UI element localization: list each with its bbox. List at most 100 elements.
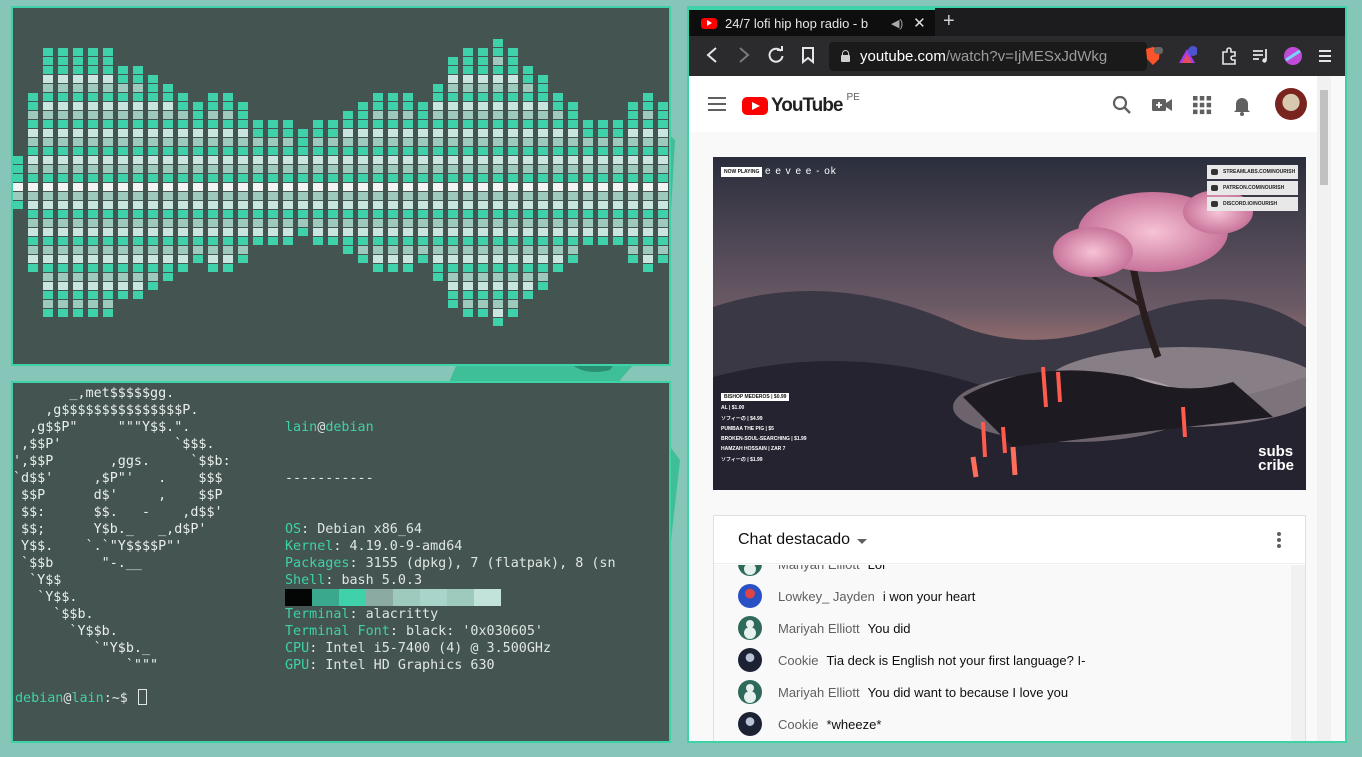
chat-message[interactable]: Mariyah Elliott Lol — [738, 565, 885, 577]
stream-link-discord: DISCORD.IO/NOURISH — [1207, 197, 1298, 211]
debian-ascii-logo: _,met$$$$$gg. ,g$$$$$$$$$$$$$$$P. ,g$$P"… — [13, 385, 231, 674]
color-swatch — [447, 589, 474, 606]
media-queue-icon[interactable] — [1251, 46, 1271, 66]
ascii-line: $$: $$. - ,d$$' — [13, 505, 223, 520]
shell-prompt[interactable]: debian@lain:~$ — [15, 689, 147, 707]
donor-list: BISHOP MEDEROS | $0.99 AL | $1.00 ソフィーの … — [721, 393, 807, 467]
search-icon[interactable] — [1111, 94, 1133, 116]
visualizer-bar — [328, 120, 338, 245]
color-swatch — [285, 589, 312, 606]
info-key: Terminal — [285, 607, 350, 622]
donor-item: AL | $1.00 — [721, 405, 745, 411]
bookmark-icon[interactable] — [801, 46, 815, 64]
info-row: Terminal: alacritty — [285, 607, 439, 622]
chat-mode-selector[interactable]: Chat destacado — [738, 531, 850, 549]
color-swatch — [393, 589, 420, 606]
visualizer-bar — [313, 120, 323, 245]
reload-icon[interactable] — [767, 46, 785, 64]
chat-author[interactable]: Cookie — [778, 717, 818, 732]
visualizer-bar — [73, 48, 83, 317]
ascii-line: ',$$P ,ggs. `$$b: — [13, 454, 231, 469]
color-swatch — [420, 589, 447, 606]
account-avatar[interactable] — [1275, 88, 1307, 120]
youtube-logo[interactable]: YouTube PE — [742, 92, 860, 117]
chat-message[interactable]: Cookie *wheeze* — [738, 711, 881, 737]
live-chat-panel: Chat destacado Mariyah Elliott Lol Lowkey_… — [713, 515, 1306, 741]
visualizer-bar — [148, 75, 158, 290]
visualizer-bar — [643, 93, 653, 272]
visualizer-bar — [628, 102, 638, 263]
menu-icon[interactable] — [1315, 46, 1335, 66]
chat-message[interactable]: Lowkey_ Jayden i won your heart — [738, 583, 975, 609]
info-separator: ----------- — [285, 471, 374, 486]
visualizer-bar — [343, 111, 353, 254]
visualizer-bar — [28, 93, 38, 272]
visualizer-bar — [553, 93, 563, 272]
stream-links: STREAMLABS.COM/NOURISH PATREON.COM/NOURI… — [1207, 165, 1298, 213]
more-options-icon[interactable] — [1277, 532, 1281, 550]
chat-message[interactable]: Cookie Tia deck is English not your first… — [738, 647, 1085, 673]
visualizer-bar — [598, 120, 608, 245]
forward-icon[interactable] — [737, 46, 751, 64]
hamburger-menu-icon[interactable] — [708, 97, 726, 111]
visualizer-window[interactable] — [11, 6, 671, 366]
info-key: Kernel — [285, 539, 334, 554]
page-scrollbar[interactable] — [1317, 76, 1331, 741]
chat-message[interactable]: Mariyah Elliott You did want to because I… — [738, 679, 1068, 705]
chat-author[interactable]: Mariyah Elliott — [778, 565, 860, 572]
profile-avatar-icon[interactable] — [1283, 46, 1303, 66]
brave-rewards-icon[interactable] — [1177, 46, 1197, 66]
info-row: Kernel: 4.19.0-9-amd64 — [285, 539, 463, 554]
video-player[interactable]: NOW PLAYING e e v e e - ok STREAMLABS.CO… — [713, 157, 1306, 490]
notifications-bell-icon[interactable] — [1231, 94, 1253, 116]
visualizer-bar — [418, 102, 428, 263]
chat-message[interactable]: Mariyah Elliott You did — [738, 615, 911, 641]
subscribe-watermark[interactable]: subs cribe — [1258, 444, 1294, 473]
page-scrollbar-thumb[interactable] — [1320, 90, 1328, 185]
tab-youtube[interactable]: 24/7 lofi hip hop radio - b ◀) ✕ — [689, 8, 935, 36]
speaker-icon[interactable]: ◀) — [891, 17, 903, 30]
visualizer-bar — [448, 57, 458, 308]
url-path: /watch?v=IjMESxJdWkg — [945, 48, 1108, 65]
ascii-line: _,met$$$$$gg. — [13, 386, 175, 401]
ascii-line: `""" — [13, 658, 159, 673]
chat-avatar[interactable] — [738, 616, 762, 640]
chat-author[interactable]: Mariyah Elliott — [778, 685, 860, 700]
chat-scrollbar[interactable] — [1291, 565, 1305, 741]
chat-author[interactable]: Lowkey_ Jayden — [778, 589, 875, 604]
back-icon[interactable] — [705, 46, 719, 64]
chat-avatar[interactable] — [738, 648, 762, 672]
color-palette — [285, 589, 501, 606]
chevron-down-icon[interactable] — [857, 539, 867, 544]
terminal-window[interactable]: _,met$$$$$gg. ,g$$$$$$$$$$$$$$$P. ,g$$P"… — [11, 381, 671, 743]
visualizer-bar — [358, 102, 368, 263]
chat-author[interactable]: Cookie — [778, 653, 818, 668]
youtube-favicon-icon — [701, 17, 717, 29]
song-title: e e v e e - ok — [765, 166, 837, 177]
chat-avatar[interactable] — [738, 712, 762, 736]
new-tab-button[interactable]: + — [943, 10, 955, 33]
youtube-header: YouTube PE — [689, 76, 1331, 132]
extensions-icon[interactable] — [1219, 46, 1239, 66]
donor-item: BISHOP MEDEROS | $0.99 — [721, 393, 790, 401]
ascii-line: `$$b "-.__ — [13, 556, 142, 571]
chat-avatar[interactable] — [738, 565, 762, 576]
stream-link-patreon: PATREON.COM/NOURISH — [1207, 181, 1298, 195]
visualizer-bar — [478, 48, 488, 317]
chat-header: Chat destacado — [714, 516, 1305, 564]
visualizer-bar — [103, 48, 113, 317]
chat-avatar[interactable] — [738, 584, 762, 608]
apps-grid-icon[interactable] — [1191, 94, 1213, 116]
system-info: lain@debian ----------- OS: Debian x86_6… — [285, 385, 616, 708]
close-tab-icon[interactable]: ✕ — [913, 14, 926, 32]
tab-title: 24/7 lofi hip hop radio - b — [725, 15, 869, 31]
info-value: Intel HD Graphics 630 — [325, 658, 495, 673]
chat-author[interactable]: Mariyah Elliott — [778, 621, 860, 636]
brave-shield-icon[interactable] — [1143, 46, 1163, 66]
visualizer-bar — [298, 129, 308, 236]
create-video-icon[interactable] — [1151, 94, 1173, 116]
url-bar[interactable]: youtube.com/watch?v=IjMESxJdWkg — [829, 42, 1147, 71]
info-row: CPU: Intel i5-7400 (4) @ 3.500GHz — [285, 641, 552, 656]
browser-window[interactable]: 24/7 lofi hip hop radio - b ◀) ✕ + youtu… — [687, 6, 1347, 743]
chat-avatar[interactable] — [738, 680, 762, 704]
